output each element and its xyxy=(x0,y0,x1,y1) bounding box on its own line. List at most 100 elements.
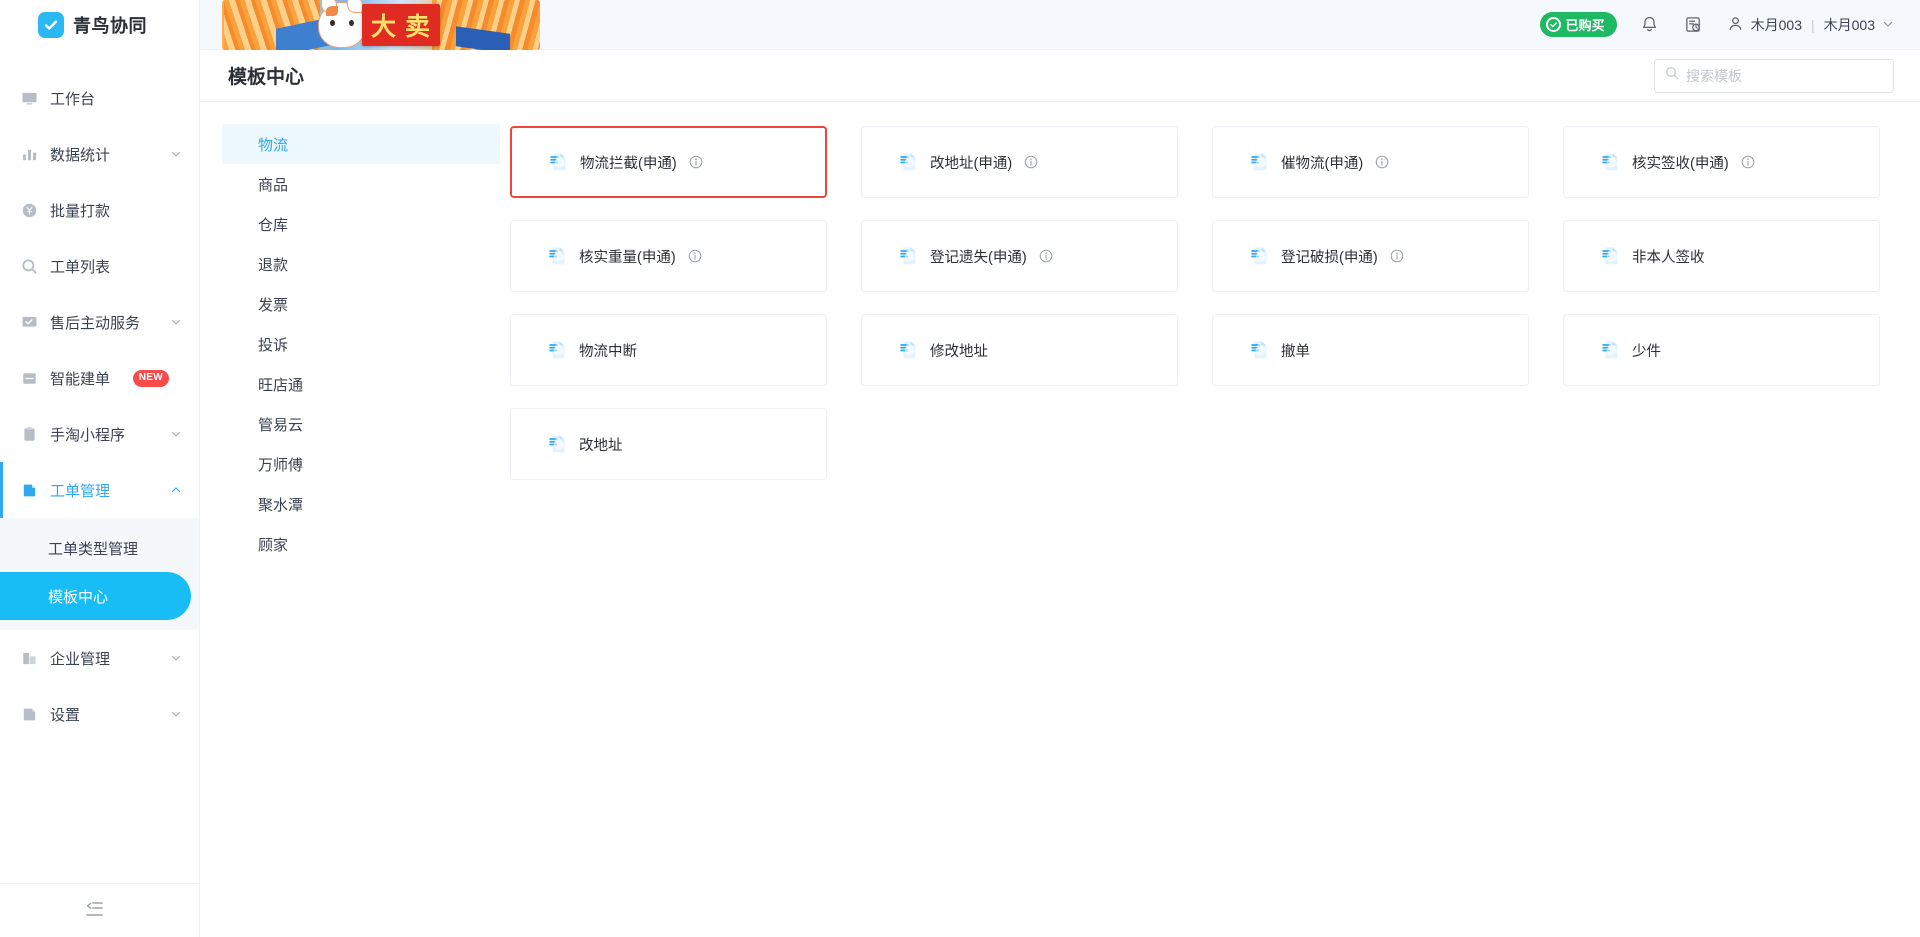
chevron-down-icon[interactable] xyxy=(169,427,183,441)
category-item-5[interactable]: 投诉 xyxy=(222,324,500,364)
user-menu[interactable]: 木月003 | 木月003 xyxy=(1727,15,1894,35)
category-item-9[interactable]: 聚水潭 xyxy=(222,484,500,524)
sidebar-item-1[interactable]: 设置 xyxy=(0,686,199,742)
search-box[interactable] xyxy=(1654,58,1894,93)
chevron-down-icon[interactable] xyxy=(169,707,183,721)
history-record-icon[interactable] xyxy=(1683,14,1705,36)
template-card[interactable]: 物流中断 xyxy=(510,314,827,386)
category-label: 退款 xyxy=(258,256,289,274)
cat-eye-right xyxy=(349,19,354,26)
sidebar-item-0[interactable]: 工作台 xyxy=(0,70,199,126)
purchased-badge[interactable]: 已购买 xyxy=(1539,12,1617,37)
template-name: 修改地址 xyxy=(930,343,988,360)
template-doc-icon xyxy=(1249,245,1271,267)
info-icon[interactable] xyxy=(1375,155,1389,169)
template-card[interactable]: 登记破损(申通) xyxy=(1212,220,1529,292)
info-icon[interactable] xyxy=(1024,155,1038,169)
bell-icon[interactable] xyxy=(1639,14,1661,36)
category-label: 仓库 xyxy=(258,216,289,234)
page-header: 模板中心 xyxy=(200,50,1920,102)
user-separator: | xyxy=(1811,16,1815,33)
info-icon[interactable] xyxy=(1390,249,1404,263)
category-label: 管易云 xyxy=(258,416,304,434)
sidebar-item-4[interactable]: 售后主动服务 xyxy=(0,294,199,350)
sidebar-nav: 工作台数据统计批量打款 工单列表 售后主动服务 智能建单 NEW 手淘小程序工单管理工单类… xyxy=(0,50,199,883)
template-card[interactable]: 少件 xyxy=(1563,314,1880,386)
sidebar-item-5[interactable]: 智能建单 NEW xyxy=(0,350,199,406)
chevron-down-icon[interactable] xyxy=(169,651,183,665)
template-doc-icon xyxy=(1249,151,1271,173)
category-label: 聚水潭 xyxy=(258,496,304,514)
message-check-icon xyxy=(20,313,38,331)
sidebar-item-2[interactable]: 批量打款 xyxy=(0,182,199,238)
template-card[interactable]: 改地址(申通) xyxy=(861,126,1178,198)
category-item-2[interactable]: 仓库 xyxy=(222,204,500,244)
template-card[interactable]: 物流拦截(申通) xyxy=(510,126,827,198)
page-title: 模板中心 xyxy=(228,67,305,88)
category-item-4[interactable]: 发票 xyxy=(222,284,500,324)
sidebar-item-label: 数据统计 xyxy=(50,146,111,164)
sidebar-subitem-label: 模板中心 xyxy=(48,588,109,606)
category-item-8[interactable]: 万师傅 xyxy=(222,444,500,484)
category-item-10[interactable]: 顾家 xyxy=(222,524,500,564)
user-name: 木月003 xyxy=(1750,16,1802,33)
category-item-6[interactable]: 旺店通 xyxy=(222,364,500,404)
template-name: 登记破损(申通) xyxy=(1281,249,1378,266)
chevron-up-icon[interactable] xyxy=(169,483,183,497)
sidebar-item-0[interactable]: 企业管理 xyxy=(0,630,199,686)
templates-area: 物流拦截(申通) 改地址(申通) 催物流(申通) 核实签收(申通) 核实重量(申… xyxy=(500,102,1920,937)
page-content: 模板中心 物流商品仓库退款发票投诉旺店通管易云万师傅聚水潭顾家 xyxy=(200,50,1920,937)
sidebar-item-3[interactable]: 工单列表 xyxy=(0,238,199,294)
category-item-3[interactable]: 退款 xyxy=(222,244,500,284)
template-doc-icon xyxy=(547,433,569,455)
template-name: 物流中断 xyxy=(579,343,637,360)
sidebar-subitem-label: 工单类型管理 xyxy=(48,540,139,558)
chevron-down-icon[interactable] xyxy=(169,315,183,329)
user-icon xyxy=(1727,15,1744,35)
category-item-7[interactable]: 管易云 xyxy=(222,404,500,444)
template-card[interactable]: 催物流(申通) xyxy=(1212,126,1529,198)
template-card[interactable]: 非本人签收 xyxy=(1563,220,1880,292)
search-input[interactable] xyxy=(1686,67,1883,84)
category-item-1[interactable]: 商品 xyxy=(222,164,500,204)
template-name: 核实重量(申通) xyxy=(579,249,676,266)
sidebar-item-1[interactable]: 数据统计 xyxy=(0,126,199,182)
category-label: 旺店通 xyxy=(258,376,304,394)
sidebar-subitem-0[interactable]: 工单类型管理 xyxy=(0,524,199,572)
info-icon[interactable] xyxy=(688,249,702,263)
info-icon[interactable] xyxy=(1741,155,1755,169)
cat-mascot-icon xyxy=(318,0,366,48)
template-card[interactable]: 登记遗失(申通) xyxy=(861,220,1178,292)
template-card[interactable]: 撤单 xyxy=(1212,314,1529,386)
collapse-sidebar-button[interactable] xyxy=(0,883,199,937)
info-icon[interactable] xyxy=(1039,249,1053,263)
info-icon[interactable] xyxy=(689,155,703,169)
template-card[interactable]: 核实重量(申通) xyxy=(510,220,827,292)
sidebar-item-6[interactable]: 手淘小程序 xyxy=(0,406,199,462)
brand-name: 青鸟协同 xyxy=(73,16,147,36)
template-name: 撤单 xyxy=(1281,343,1310,360)
template-name: 核实签收(申通) xyxy=(1632,155,1729,172)
template-doc-icon xyxy=(1249,339,1271,361)
category-item-0[interactable]: 物流 xyxy=(222,124,500,164)
category-label: 投诉 xyxy=(258,336,289,354)
sidebar-item-label: 智能建单 xyxy=(50,370,111,388)
template-card[interactable]: 改地址 xyxy=(510,408,827,480)
sidebar-item-label: 工单管理 xyxy=(50,482,111,500)
template-name: 催物流(申通) xyxy=(1281,155,1364,172)
chevron-down-icon[interactable] xyxy=(169,147,183,161)
category-label: 万师傅 xyxy=(258,456,304,474)
collapse-sidebar-icon xyxy=(86,901,103,921)
sidebar-item-label: 手淘小程序 xyxy=(50,426,126,444)
sidebar-item-label: 企业管理 xyxy=(50,650,111,668)
sidebar-item-7[interactable]: 工单管理 xyxy=(0,462,199,518)
promo-banner[interactable]: 大 卖 xyxy=(222,0,540,50)
sidebar-subitem-1[interactable]: 模板中心 xyxy=(0,572,191,620)
template-doc-icon xyxy=(898,339,920,361)
template-card[interactable]: 核实签收(申通) xyxy=(1563,126,1880,198)
template-card[interactable]: 修改地址 xyxy=(861,314,1178,386)
category-list: 物流商品仓库退款发票投诉旺店通管易云万师傅聚水潭顾家 xyxy=(200,102,500,937)
category-label: 物流 xyxy=(258,136,289,154)
